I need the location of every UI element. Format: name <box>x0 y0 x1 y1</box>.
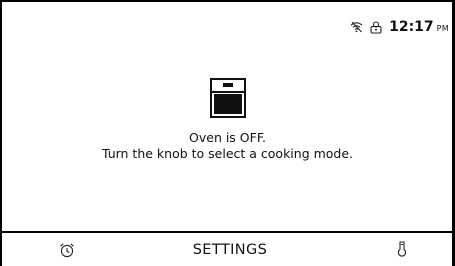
meat-probe-button[interactable] <box>380 233 424 266</box>
clock-time: 12:17 <box>389 19 434 35</box>
clock-ampm: PM <box>436 24 449 33</box>
settings-label: SETTINGS <box>192 241 268 258</box>
bottom-bar: SETTINGS <box>0 233 455 266</box>
settings-button[interactable]: SETTINGS <box>160 233 300 266</box>
oven-icon <box>209 78 246 118</box>
status-message-line-2: Turn the knob to select a cooking mode. <box>101 146 354 161</box>
wifi-off-icon <box>349 20 363 34</box>
status-message: Oven is OFF. Turn the knob to select a c… <box>102 130 353 162</box>
remote-control-icon <box>369 20 383 34</box>
alarm-clock-icon <box>60 242 74 257</box>
oven-status-panel: Oven is OFF. Turn the knob to select a c… <box>0 78 455 162</box>
status-message-line-1: Oven is OFF. <box>189 130 266 145</box>
oven-display-screen: 12:17 PM Oven is OFF. Turn the knob to s… <box>0 0 455 266</box>
clock: 12:17 PM <box>389 19 449 35</box>
status-bar: 12:17 PM <box>349 16 449 38</box>
timer-button[interactable] <box>45 233 89 266</box>
meat-probe-icon <box>397 241 407 257</box>
top-frame-border <box>0 0 455 2</box>
